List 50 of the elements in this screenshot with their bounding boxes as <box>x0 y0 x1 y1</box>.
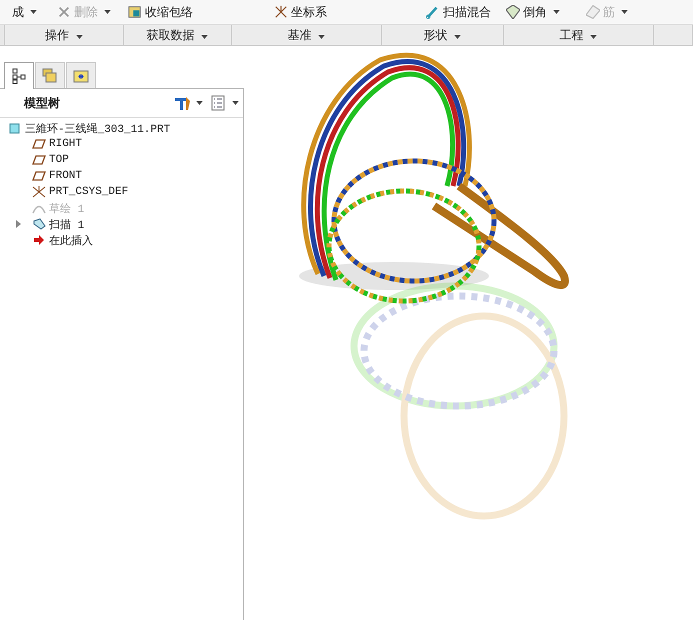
rib-icon <box>586 5 600 19</box>
plane-icon <box>32 138 46 150</box>
tree-item[interactable]: 三維环-三线绳_303_11.PRT <box>8 120 243 136</box>
caret-icon <box>104 10 111 14</box>
caret-icon <box>318 34 326 38</box>
axes-icon <box>32 186 46 198</box>
ribbon-group-menu[interactable]: 形状 <box>382 25 504 45</box>
cross-icon <box>57 5 71 19</box>
tree-item[interactable]: 扫描 1 <box>8 216 243 232</box>
list-icon <box>209 95 227 111</box>
ribbon-group-menu[interactable]: 操作 <box>4 25 124 45</box>
ribbon-command[interactable]: 倒角 <box>504 1 562 23</box>
model-tree-title: 模型树 <box>24 94 61 112</box>
tree-item[interactable]: PRT_CSYS_DEF <box>8 184 243 200</box>
tree-item[interactable]: TOP <box>8 152 243 168</box>
tree-item[interactable]: FRONT <box>8 168 243 184</box>
caret-icon <box>553 10 560 14</box>
ribbon-group-menu[interactable]: 基准 <box>232 25 382 45</box>
caret-icon <box>76 34 83 38</box>
panel-tab[interactable] <box>4 62 34 89</box>
show-menu-button[interactable] <box>209 95 239 111</box>
shrinkwrap-icon <box>128 5 142 19</box>
folders-icon <box>42 68 58 84</box>
coordinate-system-icon <box>274 5 288 19</box>
ribbon-command[interactable]: 坐标系 <box>272 1 329 23</box>
ribbon-group-menu[interactable]: 获取数据 <box>124 25 232 45</box>
tree-item[interactable]: 在此插入 <box>8 232 243 248</box>
sweep-icon <box>426 5 440 19</box>
ribbon-group-menu[interactable]: 工程 <box>504 25 654 45</box>
plane-icon <box>32 154 46 166</box>
caret-icon <box>590 34 598 38</box>
ribbon-command[interactable]: 收缩包络 <box>126 1 195 23</box>
sweep-icon <box>32 218 46 230</box>
tree-item[interactable]: RIGHT <box>8 136 243 152</box>
settings-button[interactable] <box>173 95 203 111</box>
cube-icon <box>8 122 22 134</box>
caret-icon <box>30 10 37 14</box>
tree-icon <box>11 68 27 84</box>
ribbon-command[interactable]: 扫描混合 <box>424 1 493 23</box>
ribbon-command[interactable]: 成 <box>10 1 39 23</box>
tools-icon <box>173 95 191 111</box>
chamfer-icon <box>506 5 520 19</box>
arrow-icon <box>32 234 46 246</box>
caret-icon <box>232 101 239 105</box>
caret-icon <box>454 34 462 38</box>
caret-icon <box>621 10 628 14</box>
caret-icon <box>201 34 208 38</box>
plane-icon <box>32 170 46 182</box>
expand-arrow-icon[interactable] <box>14 220 22 228</box>
caret-icon <box>196 101 203 105</box>
